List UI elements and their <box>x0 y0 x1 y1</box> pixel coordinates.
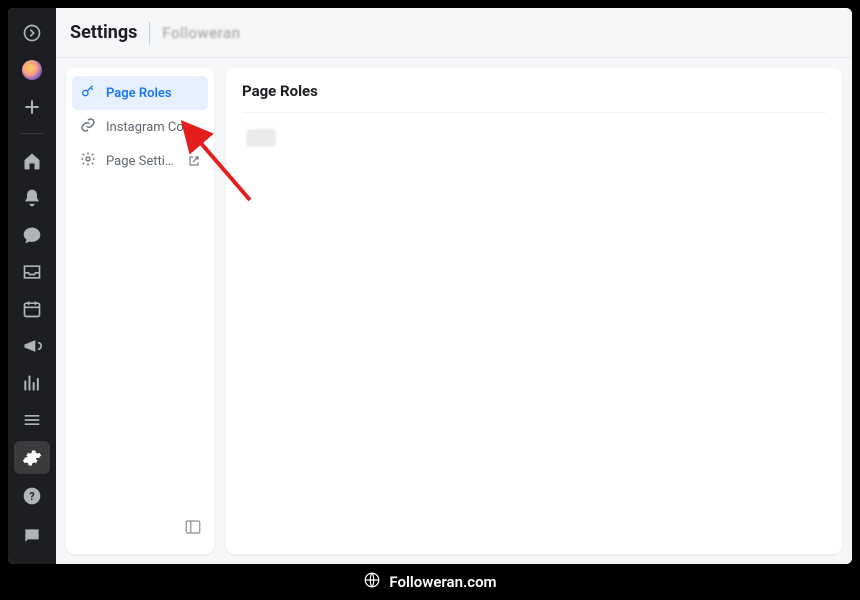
key-icon <box>80 83 96 103</box>
page-title: Settings <box>70 22 137 43</box>
content-panel: Page Roles <box>226 68 842 554</box>
content-placeholder <box>246 129 276 147</box>
external-link-icon <box>188 155 200 167</box>
menu-icon[interactable] <box>14 404 50 437</box>
nav-item-instagram-connection[interactable]: Instagram Conn… <box>72 110 208 144</box>
main-area: Settings Followeran Page Roles <box>56 8 852 564</box>
svg-text:?: ? <box>29 490 34 503</box>
plus-icon[interactable] <box>14 90 50 123</box>
watermark-text: Followeran.com <box>389 573 496 591</box>
collapse-sidebar-button[interactable] <box>178 512 208 546</box>
bell-icon[interactable] <box>14 181 50 214</box>
calendar-icon[interactable] <box>14 293 50 326</box>
feedback-icon[interactable] <box>14 518 50 554</box>
topbar: Settings Followeran <box>56 8 852 58</box>
title-divider <box>149 22 150 44</box>
content-body <box>242 113 826 163</box>
gear-icon[interactable] <box>14 441 50 474</box>
page-subtitle: Followeran <box>162 24 240 42</box>
help-icon[interactable]: ? <box>14 478 50 514</box>
content-title: Page Roles <box>242 82 826 113</box>
rail-separator <box>20 133 44 134</box>
megaphone-icon[interactable] <box>14 330 50 363</box>
nav-item-page-roles[interactable]: Page Roles <box>72 76 208 110</box>
app-rail: ? <box>8 8 56 564</box>
globe-icon <box>363 571 381 593</box>
chat-icon[interactable] <box>14 218 50 251</box>
nav-item-page-settings[interactable]: Page Settings <box>72 144 208 178</box>
link-icon <box>80 117 96 137</box>
nav-item-label: Page Roles <box>106 86 200 101</box>
settings-sidebar: Page Roles Instagram Conn… Page Settings <box>66 68 214 554</box>
gear-icon <box>80 151 96 171</box>
watermark: Followeran.com <box>0 564 860 600</box>
nav-item-label: Page Settings <box>106 154 178 169</box>
inbox-icon[interactable] <box>14 255 50 288</box>
home-icon[interactable] <box>14 144 50 177</box>
palette-icon[interactable] <box>14 53 50 86</box>
insights-icon[interactable] <box>14 367 50 400</box>
nav-item-label: Instagram Conn… <box>106 120 200 135</box>
expand-icon[interactable] <box>14 16 50 49</box>
